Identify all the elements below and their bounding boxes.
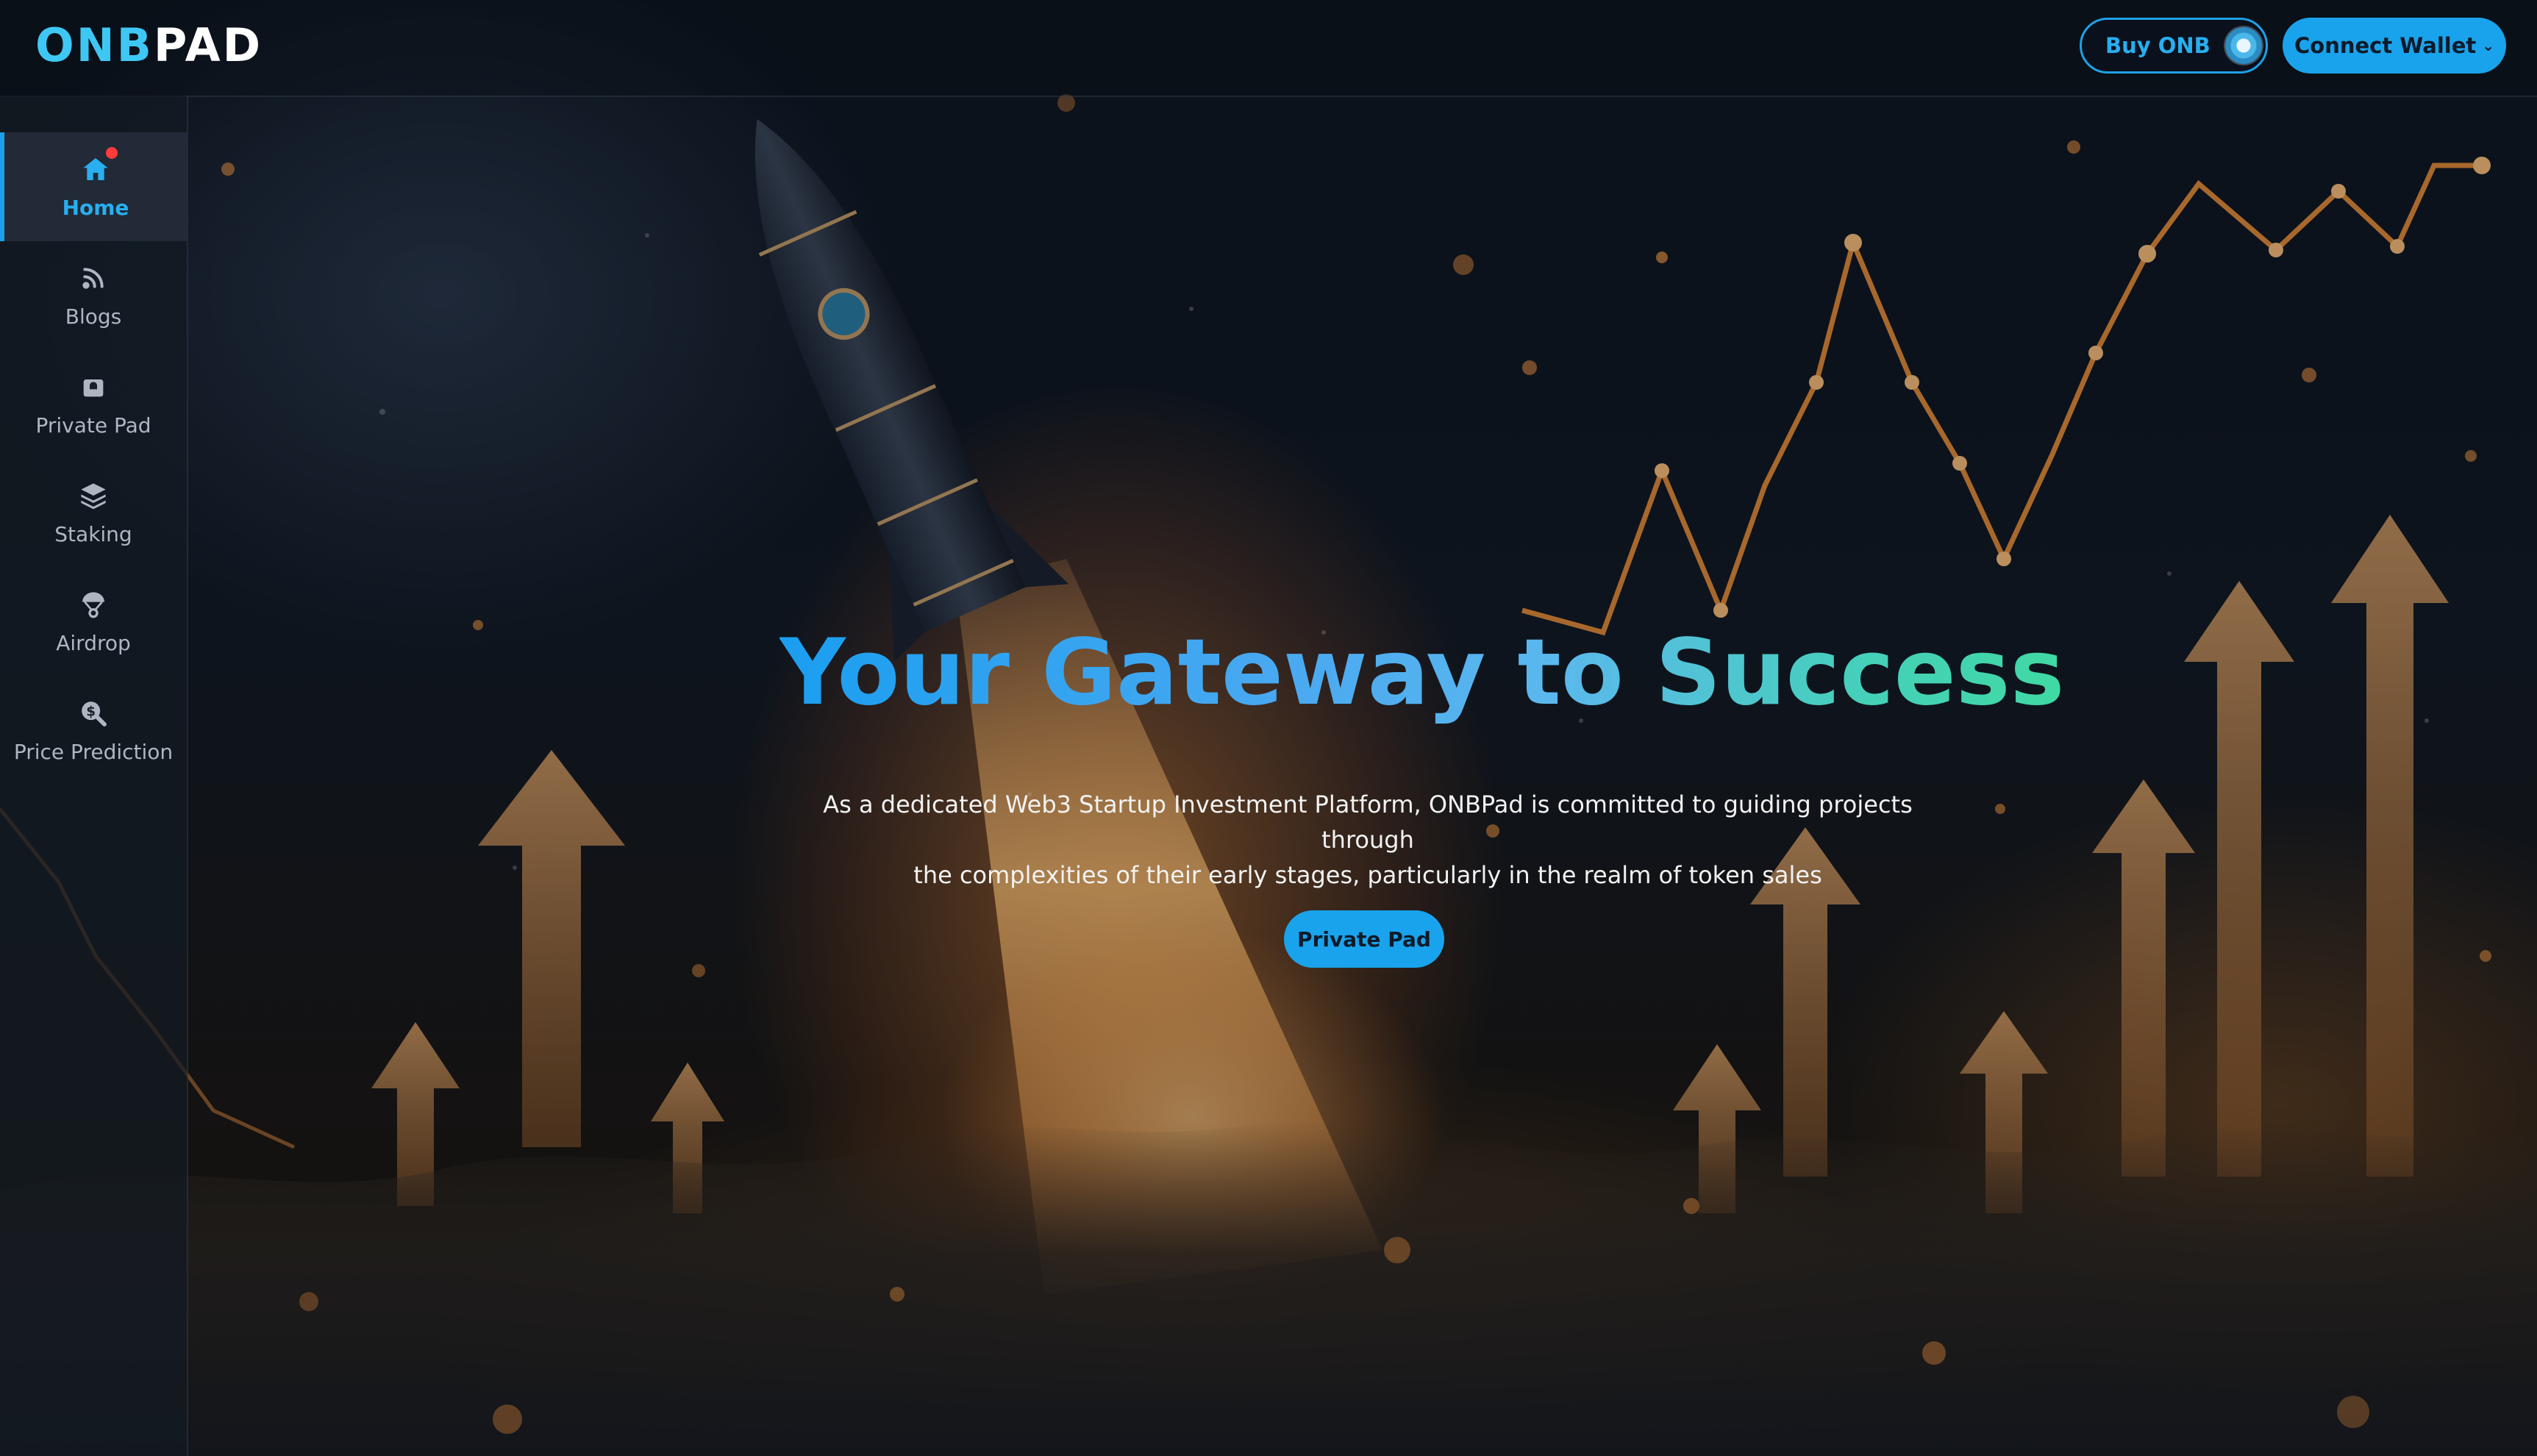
- sidebar-item-staking[interactable]: Staking: [0, 459, 187, 568]
- sidebar-item-private-pad[interactable]: Private Pad: [0, 350, 187, 459]
- sidebar-item-label: Private Pad: [35, 413, 151, 438]
- chevron-down-icon: ⌄: [2482, 37, 2495, 54]
- svg-text:$: $: [86, 704, 96, 719]
- background-dim-overlay: [0, 0, 2537, 1456]
- parachute-icon: [79, 590, 108, 619]
- sidebar-item-price-prediction[interactable]: $ Price Prediction: [0, 677, 187, 785]
- home-icon: [81, 146, 118, 184]
- sidebar-item-label: Blogs: [65, 304, 122, 329]
- hero-title-container: Your Gateway to Success: [779, 618, 2064, 728]
- private-pad-cta-button[interactable]: Private Pad: [1284, 910, 1444, 968]
- lock-icon: [79, 372, 108, 402]
- private-pad-cta-label: Private Pad: [1297, 927, 1431, 952]
- logo-text-prefix: ONB: [35, 18, 154, 72]
- sidebar-item-label: Staking: [54, 521, 132, 546]
- buy-onb-label: Buy ONB: [2105, 33, 2210, 58]
- sidebar-item-label: Price Prediction: [13, 739, 174, 764]
- sidebar-item-home[interactable]: Home: [0, 132, 187, 241]
- logo-text-suffix: PAD: [153, 18, 263, 72]
- sidebar-item-label: Home: [62, 195, 129, 220]
- page: ONBPAD Buy ONB Connect Wallet ⌄ Home Blo…: [0, 0, 2537, 1456]
- buy-onb-button[interactable]: Buy ONB: [2080, 18, 2268, 74]
- sidebar-item-blogs[interactable]: Blogs: [0, 241, 187, 350]
- hero-description: As a dedicated Web3 Startup Investment P…: [787, 787, 1949, 893]
- hero-description-line-1: As a dedicated Web3 Startup Investment P…: [823, 791, 1913, 854]
- rss-icon: [79, 263, 108, 293]
- sidebar-item-airdrop[interactable]: Airdrop: [0, 568, 187, 677]
- layers-icon: [79, 481, 108, 510]
- search-dollar-icon: $: [79, 699, 108, 728]
- top-header: ONBPAD Buy ONB Connect Wallet ⌄: [0, 0, 2537, 97]
- sidebar-item-label: Airdrop: [56, 630, 131, 655]
- hero-description-line-2: the complexities of their early stages, …: [913, 861, 1822, 889]
- sidebar-nav: Home Blogs Private Pad Staking Airdrop $…: [0, 96, 188, 1456]
- hero-title: Your Gateway to Success: [779, 620, 2065, 726]
- onb-coin-icon: [2224, 27, 2262, 64]
- connect-wallet-button[interactable]: Connect Wallet ⌄: [2283, 18, 2506, 74]
- notification-dot: [106, 146, 118, 159]
- onbpad-logo[interactable]: ONBPAD: [35, 16, 263, 75]
- connect-wallet-label: Connect Wallet: [2294, 33, 2477, 58]
